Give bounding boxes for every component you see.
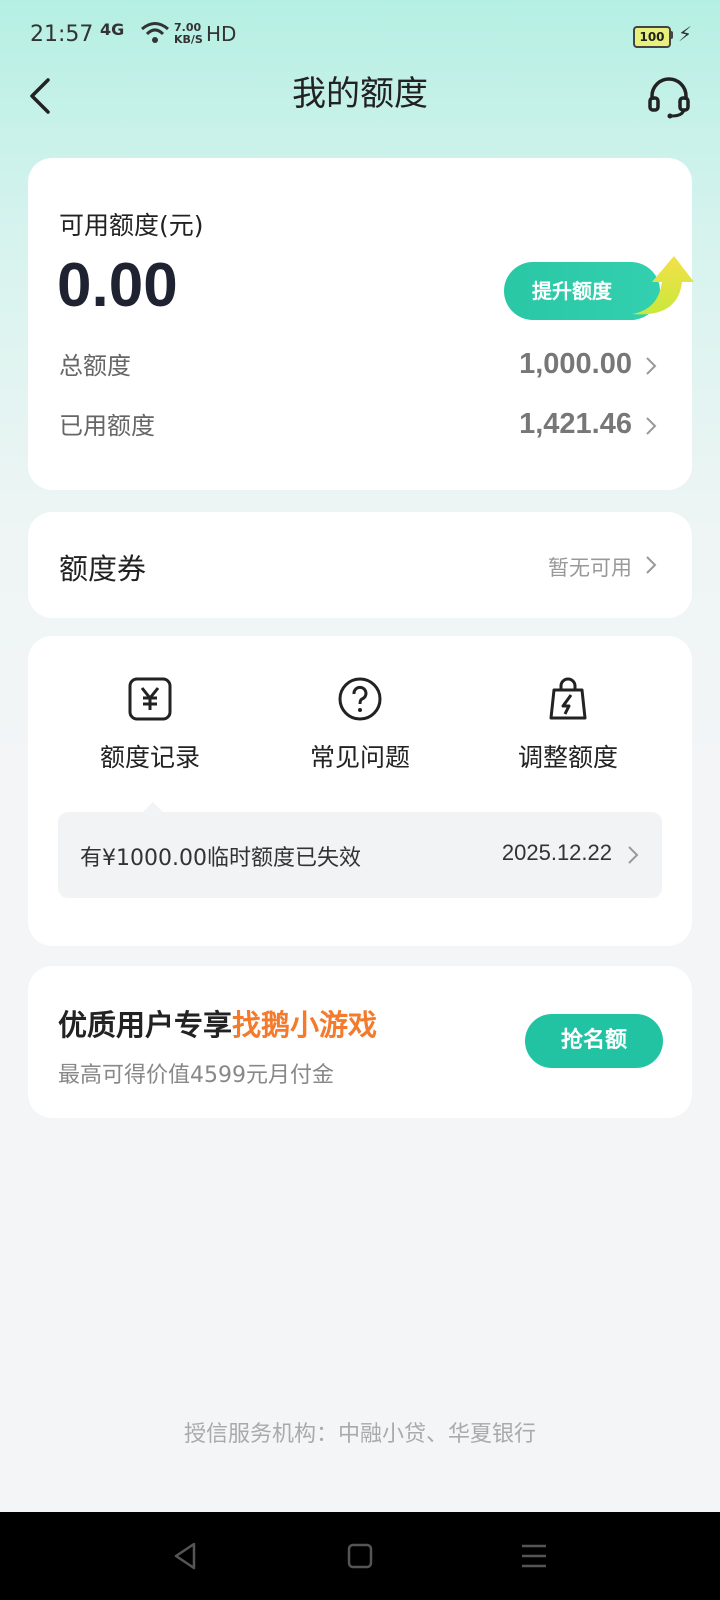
tool-limit-record[interactable]: 额度记录: [70, 676, 230, 786]
total-limit-value[interactable]: 1,000.00: [519, 348, 632, 381]
grab-quota-button[interactable]: 抢名额: [525, 1014, 663, 1068]
page-title: 我的额度: [292, 74, 428, 114]
notice-text: 有¥1000.00临时额度已失效: [80, 846, 361, 871]
tool-label: 常见问题: [309, 743, 410, 772]
chevron-right-icon[interactable]: [644, 355, 658, 377]
system-nav-bar: [0, 1512, 720, 1600]
coupon-status: 暂无可用: [548, 556, 632, 580]
status-time: 21:57: [30, 22, 94, 47]
battery-icon: 100: [633, 26, 671, 48]
tool-faq[interactable]: 常见问题: [280, 676, 440, 786]
tool-adjust-limit[interactable]: 调整额度: [488, 676, 648, 786]
system-home-icon[interactable]: [340, 1536, 380, 1576]
chevron-right-icon[interactable]: [626, 844, 640, 866]
net-speed-unit: KB/S: [174, 33, 203, 46]
promo-title-prefix: 优质用户专享: [58, 1008, 233, 1042]
notice-date: 2025.12.22: [501, 840, 612, 865]
available-limit-label: 可用额度(元): [59, 211, 204, 240]
raise-arrow-icon: [632, 256, 694, 315]
expired-limit-notice[interactable]: 有¥1000.00临时额度已失效 2025.12.22: [58, 802, 662, 898]
total-limit-label: 总额度: [59, 352, 131, 380]
coupon-title: 额度券: [59, 552, 147, 586]
bag-bolt-icon: [549, 677, 587, 720]
promo-subtitle: 最高可得价值4599元月付金: [58, 1063, 334, 1088]
nav-bar: 我的额度: [0, 72, 720, 160]
system-back-icon[interactable]: [166, 1536, 206, 1576]
system-menu-icon[interactable]: [514, 1536, 554, 1576]
net-speed: 7.00 KB/S: [174, 22, 203, 46]
charging-icon: ⚡: [678, 22, 693, 46]
yuan-record-icon: [128, 677, 172, 721]
question-icon: [338, 677, 382, 721]
notice-pointer: [143, 802, 163, 812]
battery-cap: [670, 31, 673, 39]
available-limit-amount: 0.00: [57, 251, 178, 320]
tool-label: 调整额度: [517, 743, 618, 772]
tool-label: 额度记录: [99, 743, 200, 772]
hd-indicator: HD: [206, 22, 237, 46]
used-limit-value[interactable]: 1,421.46: [519, 408, 632, 441]
chevron-right-icon[interactable]: [644, 415, 658, 437]
footer-institutions: 授信服务机构：中融小贷、华夏银行: [183, 1422, 536, 1447]
promo-card: 优质用户专享找鹅小游戏 最高可得价值4599元月付金 抢名额: [28, 966, 692, 1118]
headset-icon[interactable]: [646, 74, 692, 120]
tools-card: 额度记录 常见问题 调整额度 有¥1000.00临时额度已失效 2025.12.…: [28, 636, 692, 946]
used-limit-label: 已用额度: [59, 412, 155, 440]
chevron-right-icon[interactable]: [644, 554, 658, 576]
limit-card: 可用额度(元) 0.00 提升额度 总额度 1,000.00 已用额度 1,42…: [28, 158, 694, 490]
signal-icon: 4G: [100, 20, 125, 39]
coupon-row[interactable]: 额度券 暂无可用: [28, 512, 692, 618]
status-bar: 21:57 4G 7.00 KB/S HD 100 ⚡: [0, 0, 720, 72]
wifi-icon: [141, 22, 169, 43]
promo-title: 优质用户专享找鹅小游戏: [58, 1002, 377, 1044]
promo-title-highlight: 找鹅小游戏: [232, 1008, 378, 1042]
